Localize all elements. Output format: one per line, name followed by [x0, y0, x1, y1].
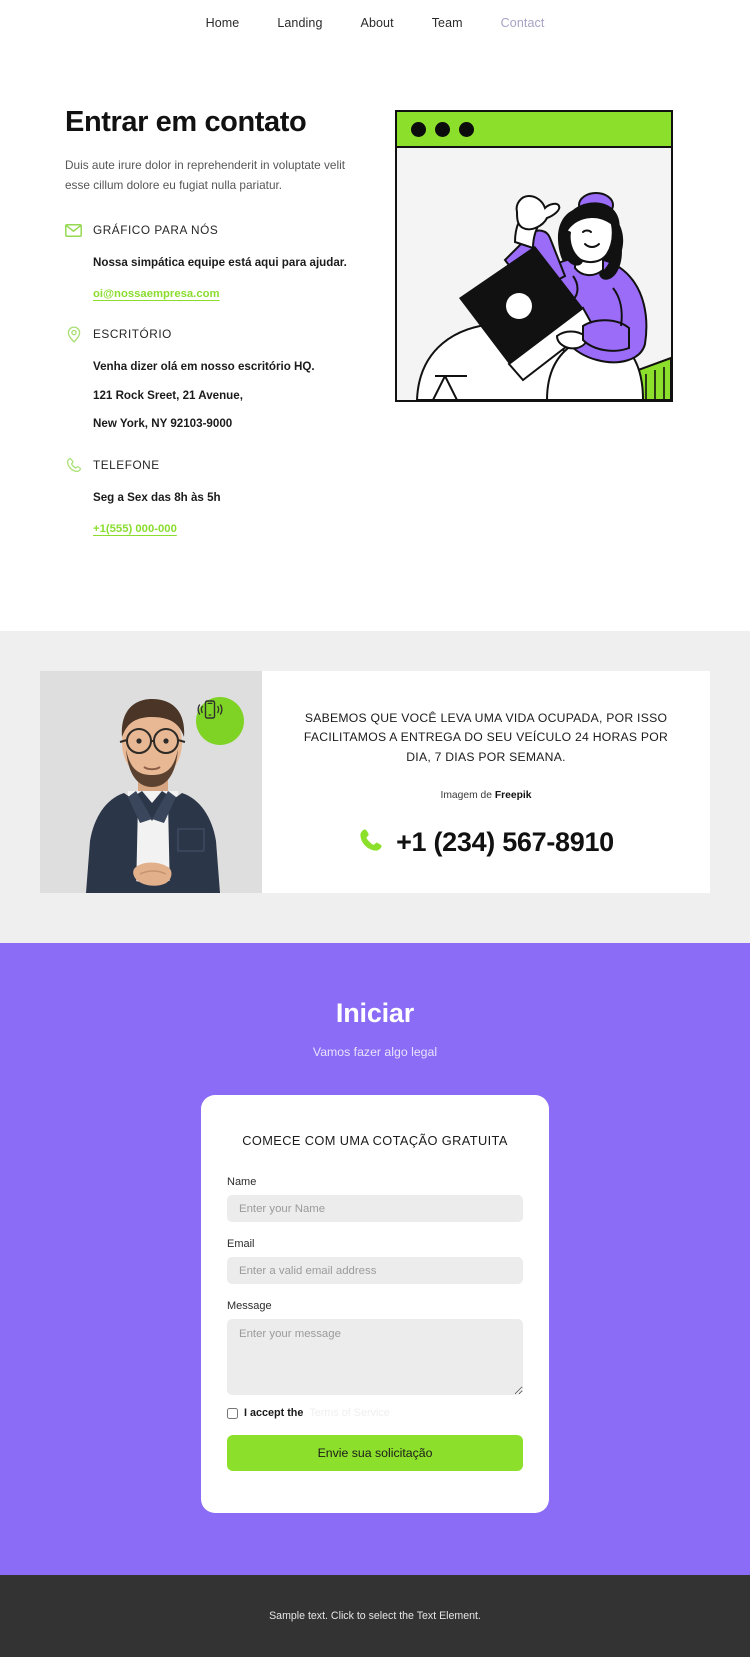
- phone-link[interactable]: +1(555) 000-000: [93, 523, 177, 535]
- illustration-browser-frame: [395, 110, 673, 402]
- accept-terms-checkbox[interactable]: [227, 1407, 238, 1419]
- promo-info-pane: SABEMOS QUE VOCÊ LEVA UMA VIDA OCUPADA, …: [262, 671, 710, 893]
- promo-phone-number: +1 (234) 567-8910: [396, 826, 614, 857]
- accept-terms-label: I accept the: [244, 1407, 304, 1420]
- cta-subtitle: Vamos fazer algo legal: [312, 1045, 438, 1060]
- nav-item-team[interactable]: Team: [413, 16, 482, 30]
- contact-block-text: Seg a Sex das 8h às 5h: [93, 490, 221, 504]
- terms-of-service-link[interactable]: Terms of Service: [309, 1407, 389, 1419]
- hero-right-column: [395, 102, 675, 402]
- contact-block-title: TELEFONE: [93, 458, 160, 473]
- phone-icon: [65, 457, 82, 474]
- main-navigation: Home Landing About Team Contact: [0, 0, 750, 46]
- promo-phone-row[interactable]: +1 (234) 567-8910: [358, 827, 614, 858]
- promo-headline: SABEMOS QUE VOCÊ LEVA UMA VIDA OCUPADA, …: [303, 710, 669, 765]
- window-dot-icon: [459, 121, 474, 137]
- contact-block-email: GRÁFICO PARA NÓS Nossa simpática equipe …: [65, 222, 355, 302]
- window-dot-icon: [435, 121, 450, 137]
- phone-handset-icon: [358, 827, 384, 858]
- promo-credit-prefix: Imagem de: [440, 789, 495, 801]
- envelope-icon: [65, 222, 82, 239]
- nav-item-about[interactable]: About: [342, 16, 413, 30]
- contact-block-phone: TELEFONE Seg a Sex das 8h às 5h +1(555) …: [65, 457, 355, 537]
- window-dot-icon: [411, 121, 426, 137]
- quote-form-card: COMECE COM UMA COTAÇÃO GRATUITA Name Ema…: [201, 1095, 549, 1514]
- promo-credit: Imagem de Freepik: [440, 790, 531, 801]
- page-footer: Sample text. Click to select the Text El…: [0, 1575, 750, 1657]
- accept-terms-row: I accept the Terms of Service: [227, 1407, 523, 1419]
- email-field-label: Email: [227, 1238, 255, 1251]
- message-textarea[interactable]: [227, 1319, 523, 1396]
- name-field-label: Name: [227, 1176, 257, 1189]
- promo-credit-source: Freepik: [494, 789, 532, 801]
- nav-item-contact[interactable]: Contact: [482, 16, 564, 30]
- browser-titlebar: [397, 112, 671, 148]
- cta-title: Iniciar: [335, 998, 415, 1029]
- hero-subtitle: Duis aute irure dolor in reprehenderit i…: [65, 158, 346, 193]
- email-link[interactable]: oi@nossaempresa.com: [93, 288, 220, 300]
- nav-item-home[interactable]: Home: [187, 16, 259, 30]
- message-field-label: Message: [227, 1300, 272, 1313]
- nav-item-landing[interactable]: Landing: [258, 16, 341, 30]
- address-line-2: New York, NY 92103-9000: [93, 417, 233, 431]
- page-title: Entrar em contato: [65, 106, 307, 138]
- contact-block-text: Nossa simpática equipe está aqui para aj…: [93, 255, 347, 269]
- hero-section: Entrar em contato Duis aute irure dolor …: [0, 46, 750, 632]
- email-input[interactable]: [227, 1257, 523, 1285]
- promo-section: SABEMOS QUE VOCÊ LEVA UMA VIDA OCUPADA, …: [0, 631, 750, 944]
- man-with-glasses-photo: [40, 671, 262, 894]
- submit-request-button[interactable]: Envie sua solicitação: [227, 1435, 523, 1472]
- promo-card: SABEMOS QUE VOCÊ LEVA UMA VIDA OCUPADA, …: [40, 671, 710, 894]
- contact-block-title: ESCRITÓRIO: [93, 327, 172, 342]
- name-input[interactable]: [227, 1195, 523, 1223]
- contact-block-office: ESCRITÓRIO Venha dizer olá em nosso escr…: [65, 326, 355, 433]
- contact-block-title: GRÁFICO PARA NÓS: [93, 223, 219, 238]
- vibrating-phone-icon: [196, 697, 244, 746]
- hero-left-column: Entrar em contato Duis aute irure dolor …: [65, 102, 355, 561]
- address-line-1: 121 Rock Sreet, 21 Avenue,: [93, 389, 243, 403]
- footer-text[interactable]: Sample text. Click to select the Text El…: [269, 1610, 481, 1622]
- form-title: COMECE COM UMA COTAÇÃO GRATUITA: [242, 1133, 508, 1149]
- cta-section: Iniciar Vamos fazer algo legal COMECE CO…: [0, 943, 750, 1576]
- woman-with-laptop-illustration: [397, 148, 671, 400]
- contact-block-text: Venha dizer olá em nosso escritório HQ.: [93, 359, 315, 373]
- map-pin-icon: [65, 326, 82, 343]
